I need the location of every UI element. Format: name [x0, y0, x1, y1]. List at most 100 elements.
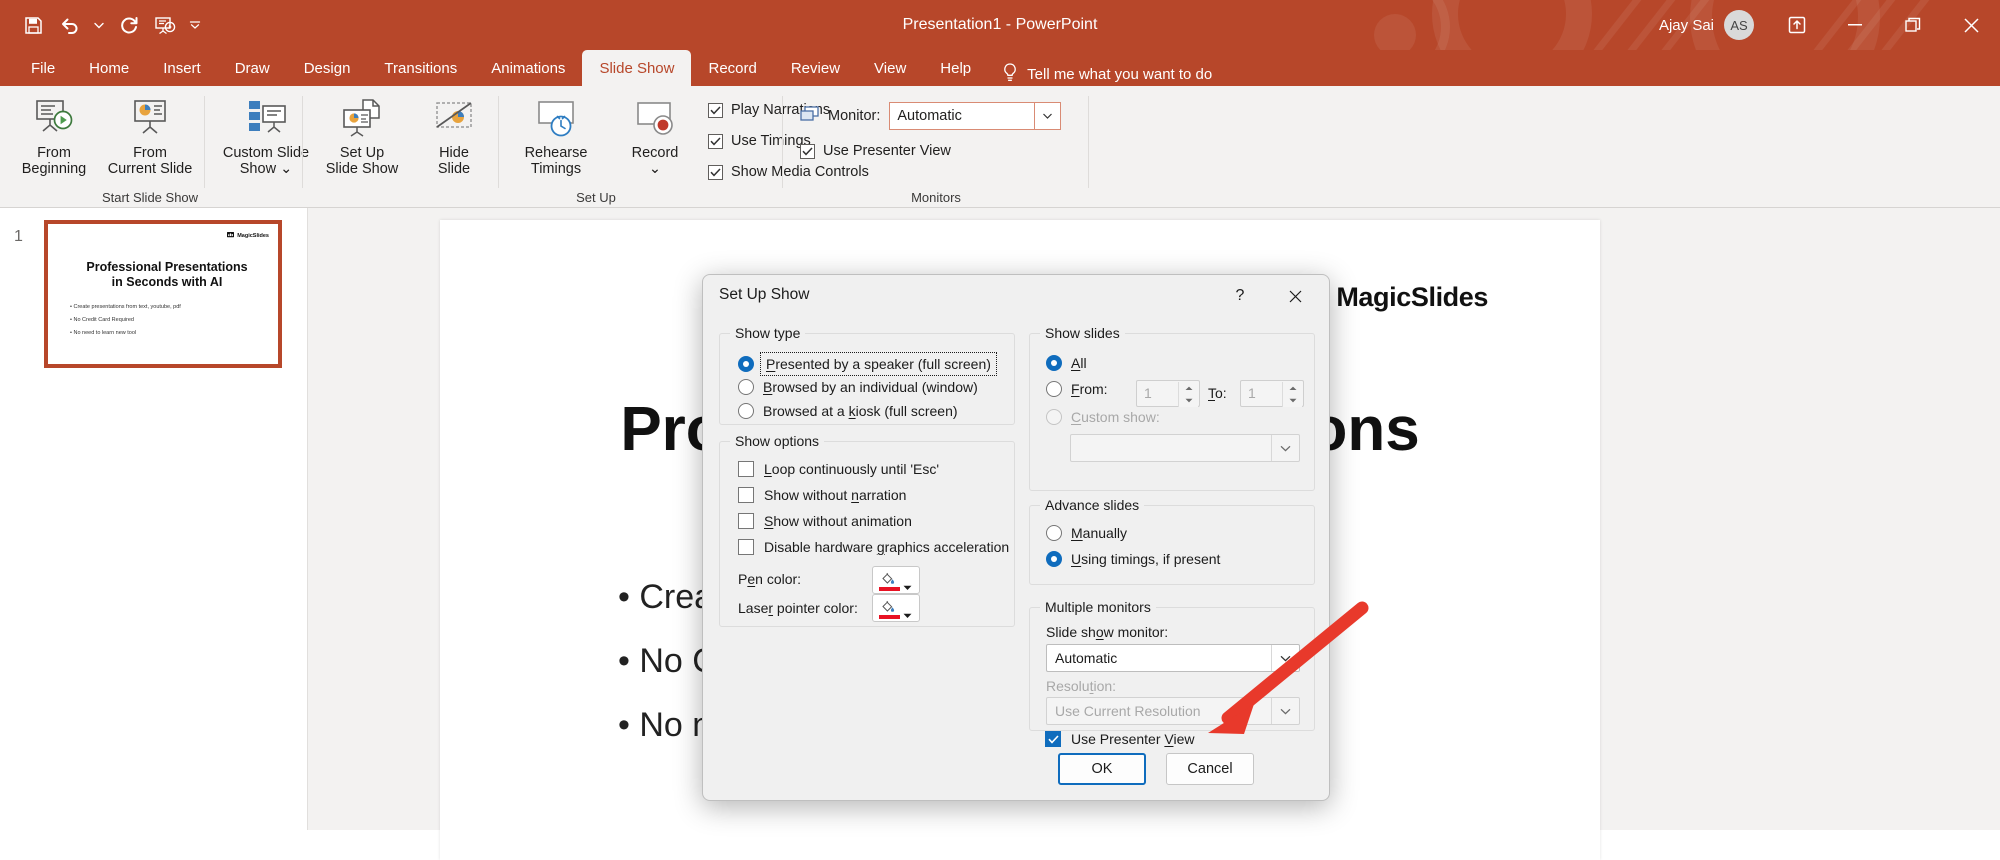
- close-icon[interactable]: [1942, 0, 2000, 50]
- spinner-down-icon[interactable]: [1179, 394, 1198, 406]
- radio-circle: [1046, 409, 1062, 425]
- from-current-slide-button[interactable]: From Current Slide: [104, 92, 196, 186]
- record-button[interactable]: Record ⌄: [612, 92, 698, 186]
- set-up-slide-show-button[interactable]: Set Up Slide Show: [312, 92, 412, 186]
- checkbox-label: Loop continuously until 'Esc': [764, 461, 940, 477]
- use-presenter-view-ribbon-label: Use Presenter View: [823, 143, 951, 159]
- resolution-label: Resolution:: [1046, 678, 1117, 694]
- hide-slide-button[interactable]: Hide Slide: [416, 92, 492, 186]
- tell-me-search[interactable]: Tell me what you want to do: [1002, 63, 1212, 86]
- tab-view[interactable]: View: [857, 50, 923, 86]
- redo-icon[interactable]: [112, 8, 146, 42]
- radio-label: Custom show:: [1071, 409, 1160, 425]
- slide-thumbnail-1[interactable]: MagicSlides Professional Presentations in…: [44, 220, 282, 368]
- show-slides-legend: Show slides: [1040, 325, 1125, 341]
- chevron-down-icon: [1271, 435, 1299, 461]
- tab-slide-show[interactable]: Slide Show: [582, 50, 692, 86]
- spinner-up-icon[interactable]: [1179, 382, 1198, 394]
- chevron-down-icon: [1271, 698, 1299, 724]
- use-presenter-view-ribbon-checkbox[interactable]: Use Presenter View: [800, 143, 951, 159]
- tab-draw[interactable]: Draw: [218, 50, 287, 86]
- minimize-icon[interactable]: [1826, 0, 1884, 50]
- save-icon[interactable]: [16, 8, 50, 42]
- tab-help[interactable]: Help: [923, 50, 988, 86]
- tab-review[interactable]: Review: [774, 50, 857, 86]
- user-name: Ajay Sai: [1658, 16, 1714, 34]
- rehearse-timings-button[interactable]: Rehearse Timings: [504, 92, 608, 186]
- spinner-up-icon[interactable]: [1283, 382, 1302, 394]
- checkbox-box: [708, 133, 723, 149]
- checkbox-disable-hardware-acceleration[interactable]: Disable hardware graphics acceleration: [738, 539, 1009, 555]
- ribbon-display-options-icon[interactable]: [1768, 0, 1826, 50]
- tab-file[interactable]: File: [14, 50, 72, 86]
- from-slide-spinner[interactable]: 1: [1136, 380, 1200, 407]
- checkbox-box: [738, 539, 754, 555]
- thumbnail-logo: MagicSlides: [227, 232, 269, 239]
- monitor-screen-icon: [800, 105, 819, 127]
- tab-insert[interactable]: Insert: [146, 50, 218, 86]
- tab-home[interactable]: Home: [72, 50, 146, 86]
- title-bar: Presentation1 - PowerPoint Ajay Sai AS: [0, 0, 2000, 50]
- ribbon-group-start-slide-show: From Beginning From Current Slide Custom S…: [0, 86, 309, 208]
- radio-browsed-at-kiosk[interactable]: Browsed at a kiosk (full screen): [738, 403, 958, 419]
- show-options-group: Show options Loop continuously until 'Es…: [719, 433, 1015, 627]
- custom-slide-show-button[interactable]: Custom Slide Show ⌄: [212, 92, 320, 186]
- radio-custom-show[interactable]: Custom show:: [1046, 409, 1160, 425]
- monitor-dropdown[interactable]: Automatic: [889, 102, 1062, 130]
- slide-show-monitor-dropdown[interactable]: Automatic: [1046, 644, 1300, 672]
- checkbox-loop-continuously[interactable]: Loop continuously until 'Esc': [738, 461, 939, 477]
- pen-color-button[interactable]: [872, 566, 920, 594]
- show-type-group: Show type Presented by a speaker (full s…: [719, 325, 1015, 425]
- spinner-buttons[interactable]: [1178, 382, 1198, 407]
- thumbnail-bullet: • No Credit Card Required: [70, 317, 134, 323]
- radio-presented-by-speaker[interactable]: Presented by a speaker (full screen): [738, 352, 997, 376]
- customize-qat-icon[interactable]: [184, 8, 206, 42]
- radio-circle: [1046, 551, 1062, 567]
- radio-advance-manually[interactable]: Manually: [1046, 525, 1127, 541]
- resolution-dropdown[interactable]: Use Current Resolution: [1046, 697, 1300, 725]
- laser-pointer-color-button[interactable]: [872, 594, 920, 622]
- tab-transitions[interactable]: Transitions: [367, 50, 474, 86]
- checkbox-show-without-narration[interactable]: Show without narration: [738, 487, 906, 503]
- spinner-buttons[interactable]: [1282, 382, 1302, 407]
- radio-advance-using-timings[interactable]: Using timings, if present: [1046, 551, 1220, 567]
- tab-animations[interactable]: Animations: [474, 50, 582, 86]
- thumbnail-title: Professional Presentations in Seconds wit…: [86, 260, 248, 289]
- spinner-down-icon[interactable]: [1283, 394, 1302, 406]
- undo-dropdown-icon[interactable]: [88, 8, 110, 42]
- show-type-legend: Show type: [730, 325, 806, 341]
- radio-all-slides[interactable]: All: [1046, 355, 1087, 371]
- tab-record[interactable]: Record: [691, 50, 773, 86]
- radio-label: Browsed at a kiosk (full screen): [763, 403, 958, 419]
- checkbox-label: Use Presenter View: [1071, 731, 1195, 747]
- radio-circle: [738, 379, 754, 395]
- ok-button[interactable]: OK: [1058, 753, 1146, 785]
- cancel-button[interactable]: Cancel: [1166, 753, 1254, 785]
- checkbox-show-without-animation[interactable]: Show without animation: [738, 513, 912, 529]
- from-beginning-button[interactable]: From Beginning: [8, 92, 100, 186]
- tab-design[interactable]: Design: [287, 50, 368, 86]
- advance-slides-group: Advance slides Manually Using timings, i…: [1029, 497, 1315, 585]
- checkbox-label: Show without animation: [764, 513, 912, 529]
- multiple-monitors-group: Multiple monitors Slide show monitor: Au…: [1029, 599, 1315, 731]
- radio-label: All: [1071, 355, 1087, 371]
- hide-slide-label: Hide Slide: [437, 145, 471, 177]
- custom-show-dropdown[interactable]: [1070, 434, 1300, 462]
- radio-label: From:: [1071, 381, 1108, 397]
- account-button[interactable]: Ajay Sai AS: [1659, 10, 1754, 40]
- start-presentation-icon[interactable]: [148, 8, 182, 42]
- to-slide-spinner[interactable]: 1: [1240, 380, 1304, 407]
- radio-label: Presented by a speaker (full screen): [760, 352, 997, 376]
- tell-me-label: Tell me what you want to do: [1027, 66, 1213, 83]
- slide-thumbnail-pane: 1 MagicSlides Professional Presentations…: [0, 208, 308, 830]
- checkbox-use-presenter-view-dialog[interactable]: Use Presenter View: [1045, 731, 1194, 747]
- chevron-down-icon: [1271, 645, 1299, 671]
- radio-from-to[interactable]: From:: [1046, 381, 1108, 397]
- dialog-close-icon[interactable]: [1277, 283, 1313, 309]
- dialog-title: Set Up Show: [719, 286, 810, 303]
- help-icon[interactable]: ?: [1225, 283, 1255, 309]
- show-options-legend: Show options: [730, 433, 825, 449]
- restore-icon[interactable]: [1884, 0, 1942, 50]
- radio-browsed-by-individual[interactable]: Browsed by an individual (window): [738, 379, 978, 395]
- undo-icon[interactable]: [52, 8, 86, 42]
